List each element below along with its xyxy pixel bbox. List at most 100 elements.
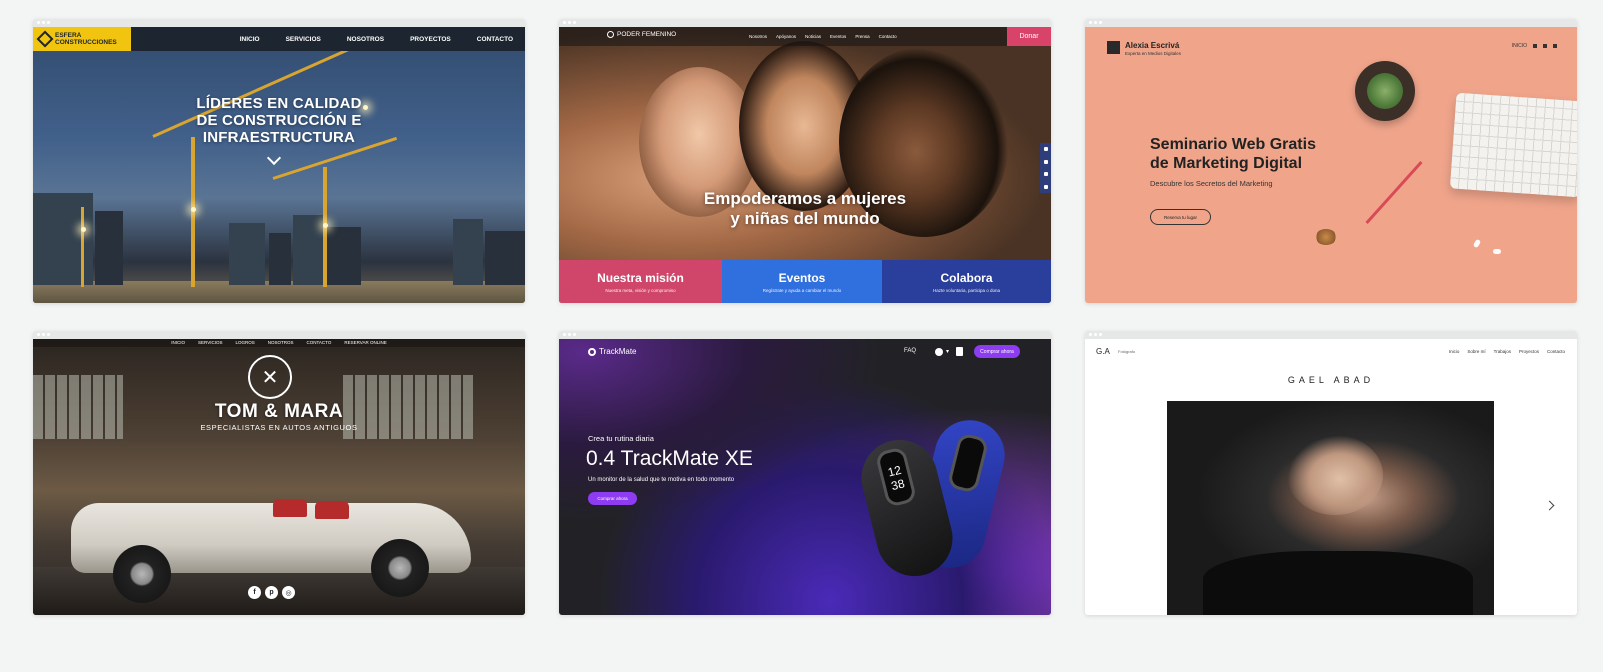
nav-item[interactable]: INICIO bbox=[171, 339, 185, 347]
donate-button[interactable]: Donar bbox=[1007, 27, 1051, 46]
site-title: GAEL ABAD bbox=[1287, 375, 1375, 385]
facebook-icon[interactable]: f bbox=[248, 586, 261, 599]
site-preview: Alexia Escrivá Experta en Medios Digital… bbox=[1085, 27, 1577, 303]
site-logo[interactable]: PODER FEMENINO bbox=[607, 31, 676, 38]
tile-title: Colabora bbox=[940, 270, 993, 285]
nav-item-contacto[interactable]: CONTACTO bbox=[477, 36, 513, 43]
nav-menu: Nosotros Apóyanos Noticias Eventos Prens… bbox=[749, 34, 897, 39]
template-card-alexia[interactable]: Alexia Escrivá Experta en Medios Digital… bbox=[1085, 19, 1577, 303]
template-card-trackmate[interactable]: TrackMate FAQ ▾ Comprar ahora Crea tu ru… bbox=[559, 331, 1051, 615]
nav-menu: Inicio Sobre mí Trabajos Proyectos Conta… bbox=[1449, 349, 1565, 354]
nav-item[interactable]: Proyectos bbox=[1519, 349, 1539, 354]
site-light bbox=[323, 223, 328, 228]
nav-item-inicio[interactable]: INICIO bbox=[240, 36, 260, 43]
site-preview: PODER FEMENINO Nosotros Apóyanos Noticia… bbox=[559, 27, 1051, 303]
nav-item-proyectos[interactable]: PROYECTOS bbox=[410, 36, 451, 43]
nav-item[interactable]: Trabajos bbox=[1494, 349, 1511, 354]
buy-now-button[interactable]: Comprar ahora bbox=[588, 492, 637, 505]
nav-item-inicio[interactable]: INICIO bbox=[1512, 43, 1527, 49]
logo-icon bbox=[607, 31, 614, 38]
nav-item-faq[interactable]: FAQ bbox=[904, 348, 916, 354]
template-card-gael-abad[interactable]: G.A Fotógrafo Inicio Sobre mí Trabajos P… bbox=[1085, 331, 1577, 615]
site-navbar: PODER FEMENINO Nosotros Apóyanos Noticia… bbox=[559, 27, 1051, 46]
browser-chrome bbox=[1085, 331, 1577, 339]
buy-now-header-button[interactable]: Comprar ahora bbox=[974, 345, 1020, 358]
building bbox=[485, 231, 525, 285]
twitter-icon[interactable] bbox=[1043, 159, 1048, 164]
nav-item[interactable]: Eventos bbox=[830, 34, 846, 39]
feature-tiles: Nuestra misión Nuestra meta, visión y co… bbox=[559, 260, 1051, 303]
facebook-icon[interactable] bbox=[1043, 147, 1048, 152]
cart-icon[interactable] bbox=[956, 347, 963, 356]
logo-text: TrackMate bbox=[599, 347, 637, 356]
garage-floor bbox=[33, 567, 525, 615]
earbud-image bbox=[1493, 249, 1501, 254]
brand-tagline: Experta en Medios Digitales bbox=[1125, 51, 1182, 56]
youtube-icon[interactable] bbox=[1043, 172, 1048, 177]
brand-name: Alexia Escrivá bbox=[1125, 41, 1180, 50]
chevron-down-icon[interactable]: ▾ bbox=[946, 348, 949, 355]
nav-item[interactable]: Prensa bbox=[855, 34, 869, 39]
chevron-down-icon[interactable] bbox=[266, 150, 282, 166]
pencil-shavings-image bbox=[1315, 229, 1337, 245]
site-logo[interactable]: ESFERA CONSTRUCCIONES bbox=[33, 27, 131, 51]
building bbox=[269, 233, 291, 285]
tile-eventos[interactable]: Eventos Regístrate y ayuda a cambiar el … bbox=[722, 260, 882, 303]
hero-line: Empoderamos a mujeres bbox=[703, 189, 907, 208]
instagram-icon[interactable]: ◎ bbox=[282, 586, 295, 599]
nav-item[interactable]: Inicio bbox=[1449, 349, 1460, 354]
template-card-tom-mara[interactable]: INICIO SERVICIOS LOGROS NOSOTROS CONTACT… bbox=[33, 331, 525, 615]
site-preview: G.A Fotógrafo Inicio Sobre mí Trabajos P… bbox=[1085, 339, 1577, 615]
earbud-image bbox=[1472, 238, 1482, 249]
twitter-icon[interactable] bbox=[1543, 44, 1547, 48]
hero-line: INFRAESTRUCTURA bbox=[202, 129, 356, 146]
hero-line: y niñas del mundo bbox=[730, 209, 880, 228]
tile-title: Nuestra misión bbox=[597, 270, 684, 285]
nav-item[interactable]: Sobre mí bbox=[1467, 349, 1485, 354]
nav-item-servicios[interactable]: SERVICIOS bbox=[286, 36, 321, 43]
hero-line: DE CONSTRUCCIÓN E bbox=[196, 112, 362, 129]
site-light bbox=[191, 207, 196, 212]
hero-line: LÍDERES EN CALIDAD bbox=[196, 95, 362, 112]
hero-description: Un monitor de la salud que te motiva en … bbox=[588, 477, 735, 483]
nav-item[interactable]: Nosotros bbox=[749, 34, 767, 39]
browser-chrome bbox=[559, 331, 1051, 339]
user-avatar-icon[interactable] bbox=[935, 348, 943, 356]
top-links: INICIO bbox=[1512, 43, 1557, 49]
template-card-esfera[interactable]: ESFERA CONSTRUCCIONES INICIO SERVICIOS N… bbox=[33, 19, 525, 303]
site-monogram[interactable]: G.A bbox=[1096, 347, 1110, 356]
nav-item[interactable]: NOSOTROS bbox=[268, 339, 294, 347]
nav-item[interactable]: CONTACTO bbox=[307, 339, 332, 347]
tile-mision[interactable]: Nuestra misión Nuestra meta, visión y co… bbox=[559, 260, 722, 303]
nav-item[interactable]: Contacto bbox=[1547, 349, 1565, 354]
hero-eyebrow: Crea tu rutina diaria bbox=[588, 434, 654, 443]
site-brand[interactable]: Alexia Escrivá Experta en Medios Digital… bbox=[1107, 41, 1181, 56]
browser-chrome bbox=[33, 331, 525, 339]
site-logo[interactable]: TrackMate bbox=[588, 347, 637, 356]
hero-headline: Empoderamos a mujeres y niñas del mundo bbox=[559, 189, 1051, 229]
nav-item[interactable]: SERVICIOS bbox=[198, 339, 222, 347]
logo-text: PODER FEMENINO bbox=[617, 31, 677, 38]
nav-item[interactable]: LOGROS bbox=[235, 339, 254, 347]
template-card-poder-femenino[interactable]: PODER FEMENINO Nosotros Apóyanos Noticia… bbox=[559, 19, 1051, 303]
logo-square-icon bbox=[1107, 41, 1120, 54]
tile-subtitle: Regístrate y ayuda a cambiar el mundo bbox=[762, 287, 842, 293]
tile-title: Eventos bbox=[778, 270, 826, 285]
facebook-icon[interactable] bbox=[1533, 44, 1537, 48]
tile-colabora[interactable]: Colabora Hazte voluntaria, participa o d… bbox=[882, 260, 1051, 303]
reserve-button[interactable]: Reserva tu lugar bbox=[1150, 209, 1211, 225]
nav-item[interactable]: Contacto bbox=[879, 34, 897, 39]
subheadline: Descubre los Secretos del Marketing bbox=[1150, 179, 1273, 188]
crane-mast bbox=[81, 207, 84, 287]
nav-item[interactable]: RESERVAR ONLINE bbox=[344, 339, 386, 347]
car-wheel bbox=[113, 545, 171, 603]
nav-item[interactable]: Noticias bbox=[805, 34, 821, 39]
logo-ring-icon bbox=[588, 347, 596, 356]
pinterest-icon[interactable]: p bbox=[265, 586, 278, 599]
site-preview: ESFERA CONSTRUCCIONES INICIO SERVICIOS N… bbox=[33, 27, 525, 303]
youtube-icon[interactable] bbox=[1553, 44, 1557, 48]
chevron-right-icon[interactable] bbox=[1544, 500, 1555, 511]
nav-item[interactable]: Apóyanos bbox=[776, 34, 796, 39]
nav-item-nosotros[interactable]: NOSOTROS bbox=[347, 36, 384, 43]
wrench-emblem-icon: ✕ bbox=[248, 355, 292, 399]
